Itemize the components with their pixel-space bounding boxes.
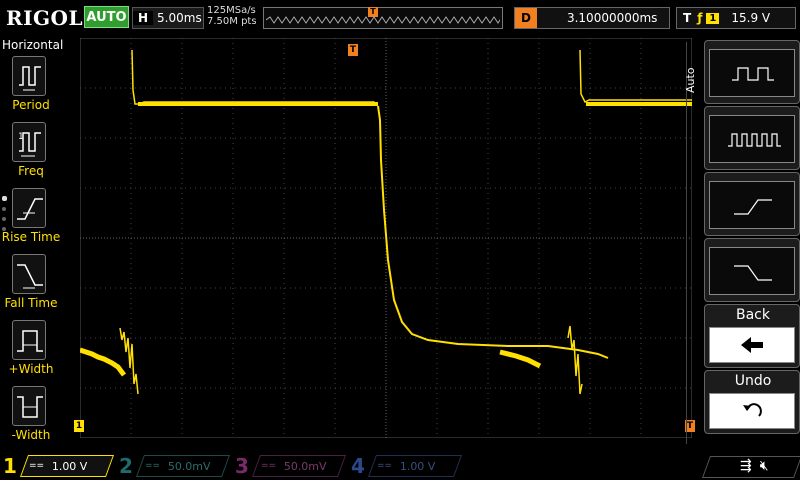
channel-2-box: == 50.0mV xyxy=(135,455,231,477)
single-period-icon xyxy=(709,49,795,97)
sample-rate: 125MSa/s xyxy=(207,5,256,16)
undo-icon xyxy=(709,393,795,429)
channel-2-number: 2 xyxy=(119,454,133,478)
dc-coupling-icon: == xyxy=(145,461,161,471)
horizontal-delay-display[interactable]: D 3.10000000ms xyxy=(514,7,670,29)
ch1-offset-marker[interactable]: 1 xyxy=(74,420,84,432)
channel-4-scale: 1.00 V xyxy=(400,459,436,473)
trigger-edge-icon: ƒ xyxy=(697,11,703,25)
channel-3-number: 3 xyxy=(235,454,249,478)
falling-edge-button[interactable] xyxy=(704,238,800,302)
undo-button[interactable]: Undo xyxy=(704,370,800,434)
period-icon xyxy=(12,56,46,96)
channel-4-status[interactable]: 4 == 1.00 V xyxy=(348,452,463,480)
auto-menu: Back Undo xyxy=(704,38,800,448)
rising-edge-button[interactable] xyxy=(704,172,800,236)
measurement-panel-title: Horizontal xyxy=(2,38,64,52)
memory-overview-strip[interactable]: T xyxy=(263,7,503,29)
measure-rise-time[interactable]: Rise Time xyxy=(0,188,62,250)
rising-edge-icon xyxy=(709,181,795,229)
dc-coupling-icon: == xyxy=(261,461,277,471)
trigger-channel: 1 xyxy=(706,12,720,24)
measure-period[interactable]: Period xyxy=(0,56,62,118)
usb-icon: ⇶ xyxy=(740,458,752,474)
measure-pos-width[interactable]: +Width xyxy=(0,320,62,382)
channel-3-status[interactable]: 3 == 50.0mV xyxy=(232,452,347,480)
measure-rise-time-label: Rise Time xyxy=(1,230,61,244)
measure-period-label: Period xyxy=(12,98,50,112)
run-mode-button[interactable]: AUTO xyxy=(84,6,129,28)
channel-3-scale: 50.0mV xyxy=(284,459,327,473)
fall-time-icon xyxy=(12,254,46,294)
delay-value: 3.10000000ms xyxy=(566,11,658,25)
channel-1-number: 1 xyxy=(3,454,17,478)
back-button-label: Back xyxy=(736,307,770,323)
channel-1-box: == 1.00 V xyxy=(19,455,115,477)
dc-coupling-icon: == xyxy=(377,461,393,471)
freq-icon: 1 xyxy=(12,122,46,162)
neg-width-icon xyxy=(12,386,46,426)
trigger-tag: T xyxy=(683,11,692,25)
falling-edge-icon xyxy=(709,247,795,295)
channel-1-status[interactable]: 1 == 1.00 V xyxy=(0,452,115,480)
measurement-panel: Horizontal Period 1 Freq Rise Time Fall … xyxy=(0,38,64,448)
channel-1-scale: 1.00 V xyxy=(52,459,88,473)
speaker-muted-icon[interactable]: 🔇︎ xyxy=(760,458,769,474)
undo-button-label: Undo xyxy=(734,373,772,389)
measure-neg-width[interactable]: -Width xyxy=(0,386,62,448)
measure-pos-width-label: +Width xyxy=(8,362,54,376)
measure-freq[interactable]: 1 Freq xyxy=(0,122,62,184)
delay-tag: D xyxy=(515,8,537,28)
horizontal-trigger-position-marker[interactable]: T xyxy=(348,44,358,56)
timebase-display[interactable]: H 5.00ms xyxy=(132,7,204,29)
trigger-level: 15.9 V xyxy=(731,11,771,25)
channel-4-number: 4 xyxy=(351,454,365,478)
timebase-value: 5.00ms xyxy=(157,11,202,25)
measure-fall-time-label: Fall Time xyxy=(4,296,58,310)
top-status-bar: RIGOL AUTO H 5.00ms 125MSa/s 7.50M pts T… xyxy=(0,0,800,36)
waveform-display[interactable] xyxy=(80,38,692,438)
channel-4-box: == 1.00 V xyxy=(367,455,463,477)
right-menu-title: Auto xyxy=(684,67,697,93)
multi-period-button[interactable] xyxy=(704,106,800,170)
measure-fall-time[interactable]: Fall Time xyxy=(0,254,62,316)
channel-3-box: == 50.0mV xyxy=(251,455,347,477)
channel-status-bar: 1 == 1.00 V 2 == 50.0mV 3 == 50.0mV 4 ==… xyxy=(0,452,800,480)
channel-2-status[interactable]: 2 == 50.0mV xyxy=(116,452,231,480)
memory-depth: 7.50M pts xyxy=(207,16,257,27)
memory-waveform-preview xyxy=(266,16,500,24)
single-period-button[interactable] xyxy=(704,40,800,104)
pos-width-icon xyxy=(12,320,46,360)
multi-period-icon xyxy=(709,115,795,163)
left-arrow-icon xyxy=(709,327,795,363)
right-menu-divider xyxy=(686,42,687,444)
measure-neg-width-label: -Width xyxy=(11,428,51,442)
measure-freq-label: Freq xyxy=(18,164,44,178)
rise-time-icon xyxy=(12,188,46,228)
svg-text:1: 1 xyxy=(18,132,24,142)
dc-coupling-icon: == xyxy=(29,461,45,471)
system-status-icons: ⇶ 🔇︎ xyxy=(740,458,769,474)
trigger-status-display[interactable]: T ƒ 1 15.9 V xyxy=(676,7,796,29)
acquisition-info: 125MSa/s 7.50M pts xyxy=(207,5,257,27)
back-button[interactable]: Back xyxy=(704,304,800,368)
channel-2-scale: 50.0mV xyxy=(168,459,211,473)
brand-logo: RIGOL xyxy=(6,6,84,30)
timebase-tag: H xyxy=(133,11,154,25)
